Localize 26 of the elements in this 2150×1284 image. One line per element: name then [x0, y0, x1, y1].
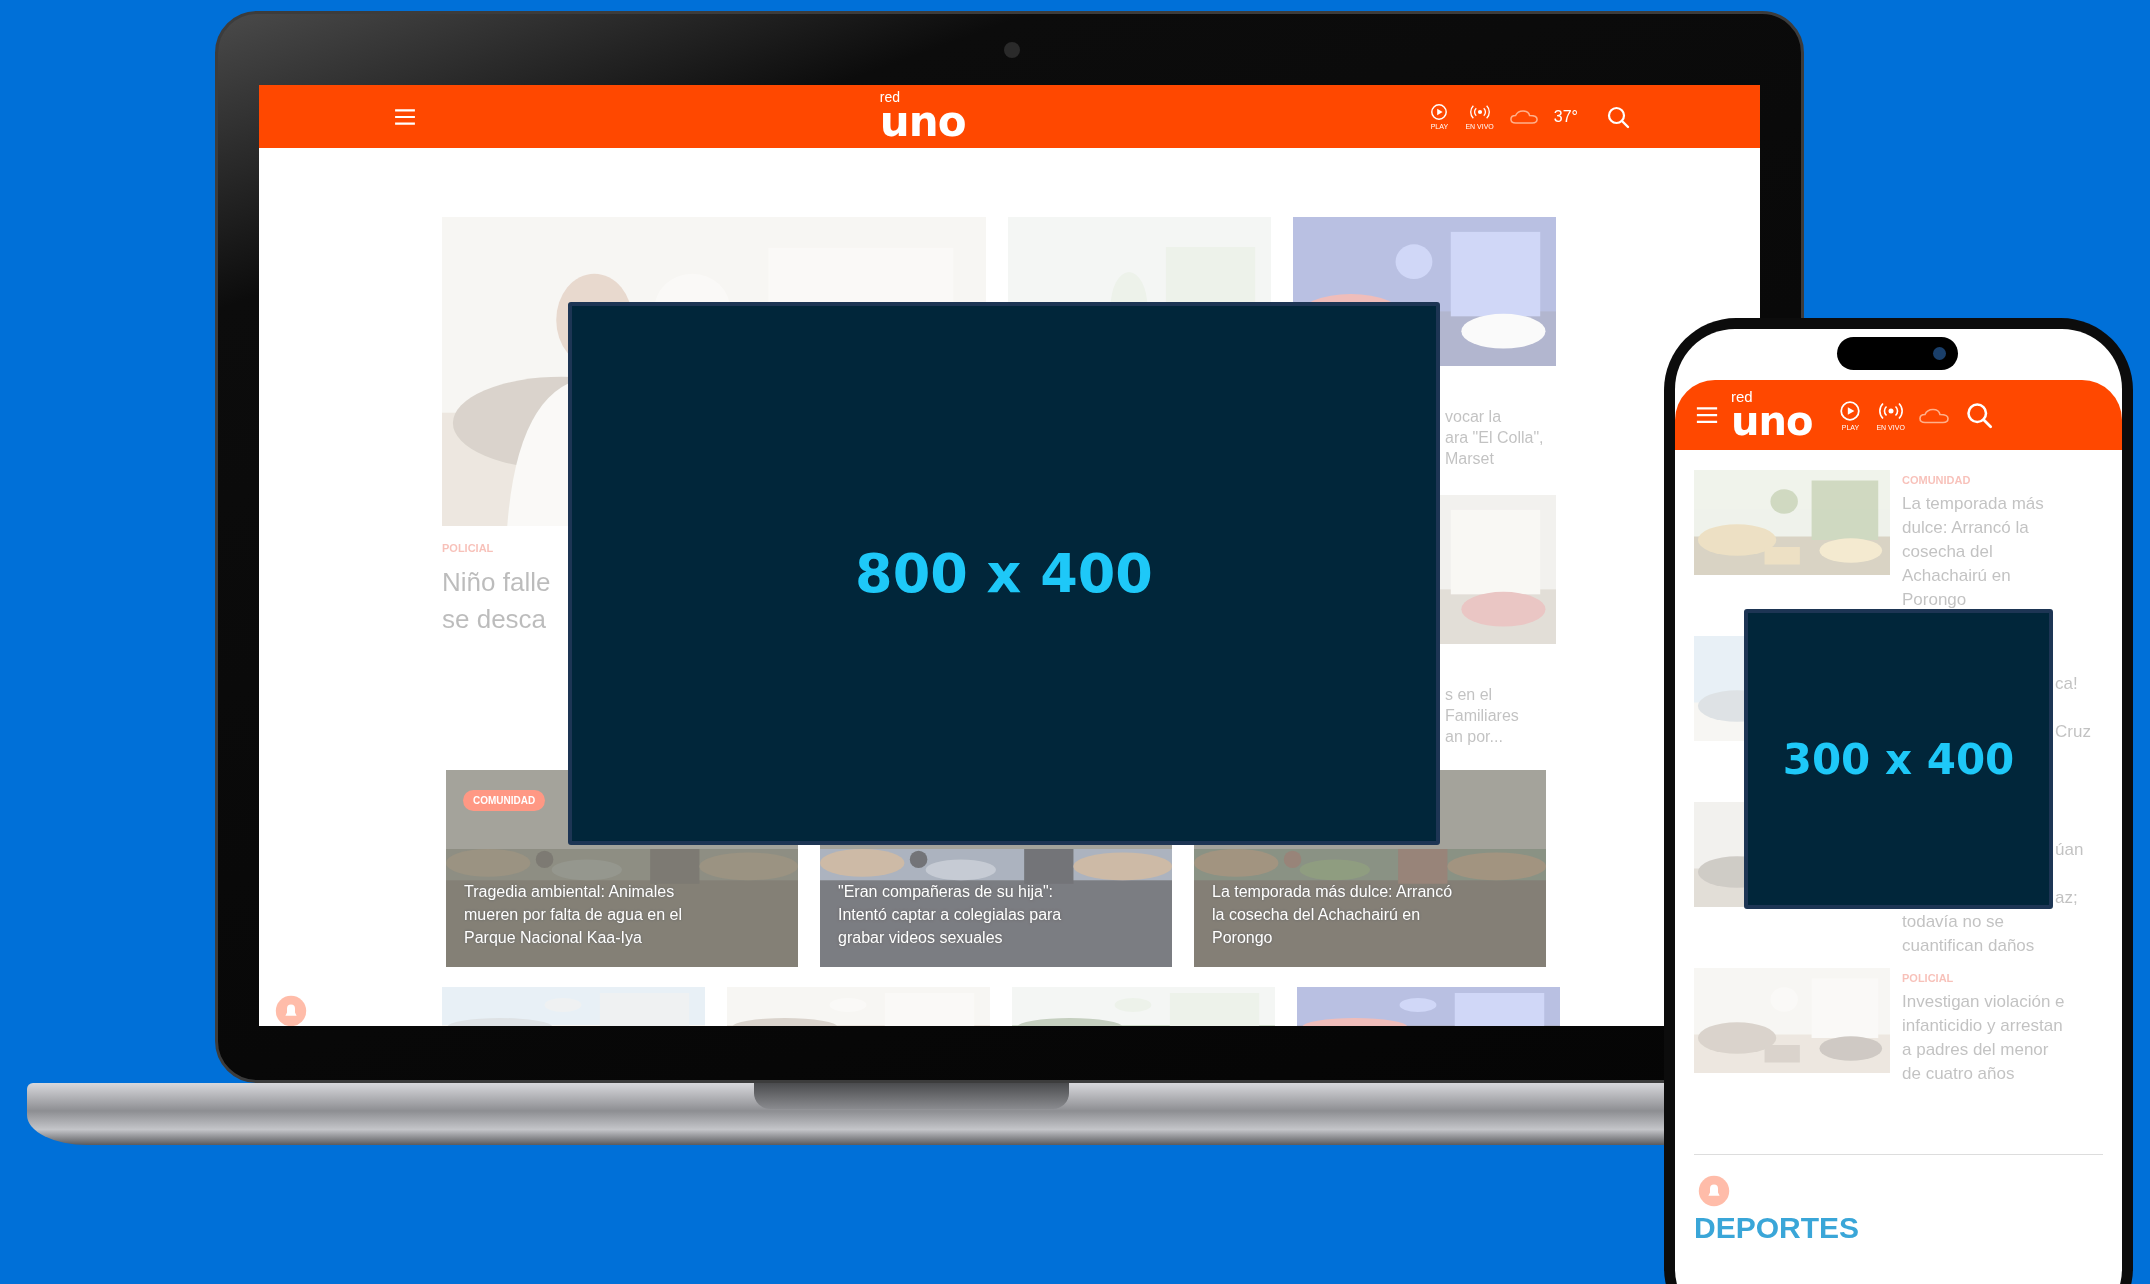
cloud-icon	[1918, 406, 1949, 424]
category-label: POLICIAL	[1902, 972, 1955, 984]
search-icon[interactable]	[1606, 104, 1630, 129]
ad-size-label: 300 x 400	[1782, 734, 2015, 784]
menu-icon[interactable]	[1695, 406, 1719, 424]
category-badge: COMUNIDAD	[463, 790, 546, 811]
camera-icon	[1004, 42, 1020, 58]
cloud-icon	[1509, 109, 1538, 124]
logo-text: red	[1731, 389, 1754, 404]
temperature: 37°	[1553, 107, 1578, 126]
ad-size-label: 800 x 400	[855, 542, 1153, 605]
category-label: POLICIAL	[442, 542, 495, 554]
menu-icon[interactable]	[394, 107, 416, 126]
broadcast-icon[interactable]	[1469, 103, 1490, 121]
headline: Tragedia ambiental: Animales mueren por falta de agua en el Parque Nacional Kaa-Iya	[464, 882, 682, 948]
headline: "Eran compañeras de su hija": Intentó captar a colegialas para grabar videos sexuales	[838, 882, 1062, 948]
category-label: COMUNIDAD	[1902, 474, 1972, 486]
section-title[interactable]: DEPORTES	[1694, 1211, 2103, 1245]
headline[interactable]: Niño falle se desca	[442, 564, 551, 638]
play-icon[interactable]	[1838, 399, 1863, 422]
headline: La temporada más dulce: Arrancó la cosecha del Achachairú en Porongo	[1212, 882, 1453, 948]
search-icon[interactable]	[1964, 401, 1993, 429]
play-icon[interactable]	[1429, 103, 1450, 121]
logo-wordmark[interactable]: uno	[1731, 401, 1813, 441]
logo-wordmark[interactable]: uno	[879, 101, 966, 143]
logo-text: red	[879, 90, 902, 104]
